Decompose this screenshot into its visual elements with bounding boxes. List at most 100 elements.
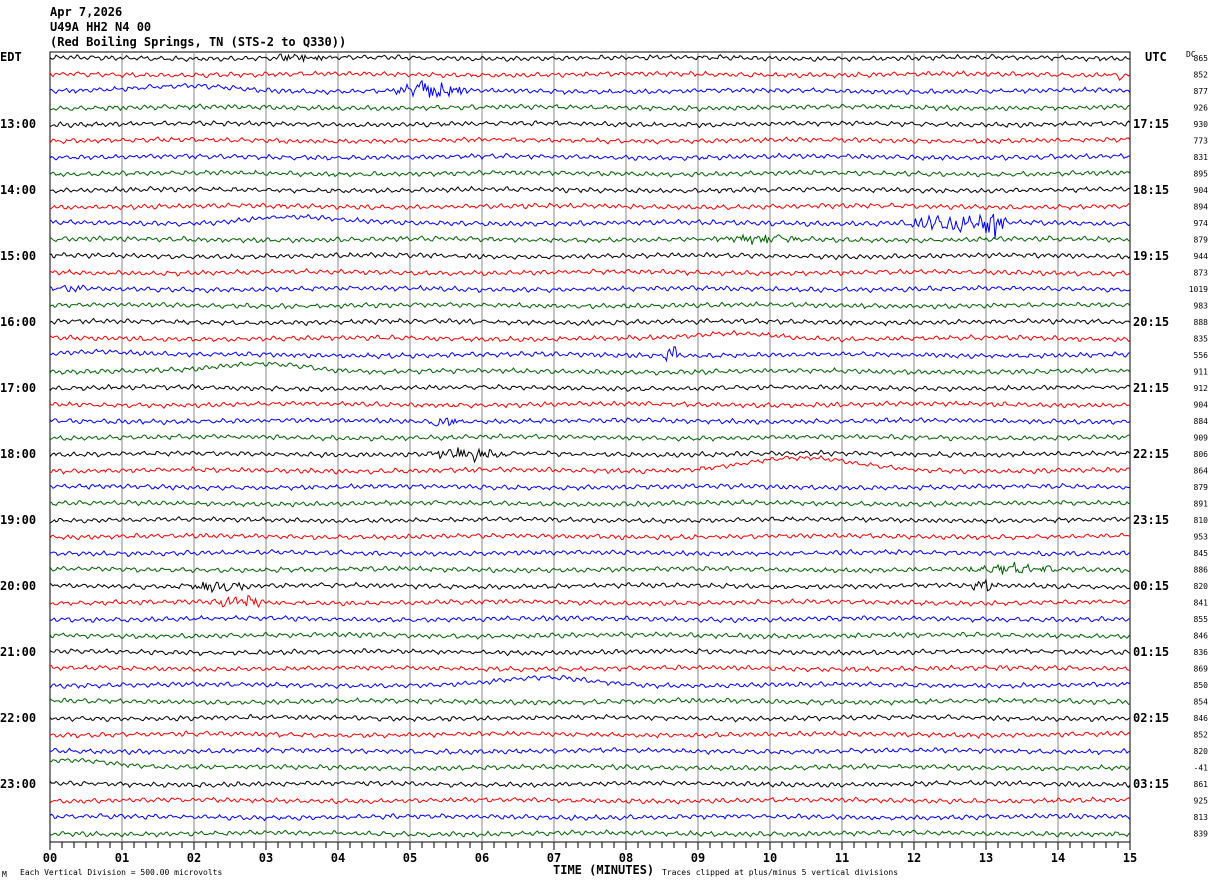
dc-value: 852 (1194, 71, 1209, 80)
x-tick-label: 13 (979, 851, 993, 865)
edt-hour-label: 13:00 (0, 117, 36, 131)
x-tick-label: 11 (835, 851, 849, 865)
utc-hour-label: 23:15 (1133, 513, 1169, 527)
trace-row-3 (49, 103, 1131, 112)
channel-label: U49A HH2 N4 00 (50, 20, 151, 34)
trace-row-11 (49, 233, 1131, 245)
edt-hour-label: 14:00 (0, 183, 36, 197)
trace-row-41 (49, 730, 1131, 739)
dc-value: 879 (1194, 483, 1209, 492)
edt-hour-label: 19:00 (0, 513, 36, 527)
trace-row-13 (49, 267, 1131, 277)
dc-value: 891 (1194, 500, 1209, 509)
left-zone-label: EDT (0, 50, 22, 64)
dc-value: 865 (1194, 54, 1209, 63)
dc-value: 850 (1194, 681, 1209, 690)
dc-value: 806 (1194, 450, 1209, 459)
dc-value: 773 (1194, 137, 1209, 146)
helicorder-plot: Apr 7,2026 U49A HH2 N4 00 (Red Boiling S… (0, 5, 1208, 879)
dc-value: 852 (1194, 731, 1209, 740)
trace-row-44 (49, 779, 1131, 789)
trace-row-34 (49, 614, 1131, 624)
dc-value: 846 (1194, 714, 1209, 723)
trace-row-33 (49, 594, 1131, 609)
utc-hour-label: 19:15 (1133, 249, 1169, 263)
trace-row-35 (49, 631, 1131, 640)
dc-value: 869 (1194, 665, 1209, 674)
edt-hour-label: 18:00 (0, 447, 36, 461)
dc-value: 813 (1194, 813, 1209, 822)
utc-hour-label: 22:15 (1133, 447, 1169, 461)
trace-row-25 (49, 454, 1131, 475)
dc-value: 861 (1194, 780, 1209, 789)
edt-hour-label: 15:00 (0, 249, 36, 263)
edt-hour-label: 21:00 (0, 645, 36, 659)
x-tick-label: 15 (1123, 851, 1137, 865)
dc-value: 944 (1194, 252, 1209, 261)
trace-row-46 (49, 812, 1131, 822)
utc-hour-label: 01:15 (1133, 645, 1169, 659)
dc-value: 831 (1194, 153, 1209, 162)
trace-row-2 (49, 79, 1131, 99)
edt-hour-label: 22:00 (0, 711, 36, 725)
clip-note: Traces clipped at plus/minus 5 vertical … (662, 868, 898, 877)
x-tick-label: 05 (403, 851, 417, 865)
trace-row-42 (49, 747, 1131, 756)
dc-value: 909 (1194, 434, 1209, 443)
trace-row-19 (49, 361, 1131, 376)
dc-value: 886 (1194, 566, 1209, 575)
x-tick-label: 03 (259, 851, 273, 865)
dc-value: 820 (1194, 747, 1209, 756)
trace-row-4 (49, 120, 1131, 129)
edt-hour-label: 17:00 (0, 381, 36, 395)
x-tick-label: 06 (475, 851, 489, 865)
dc-value: 845 (1194, 549, 1209, 558)
trace-row-45 (49, 796, 1131, 805)
dc-value: 556 (1194, 351, 1209, 360)
trace-row-37 (49, 664, 1131, 673)
dc-value: 904 (1194, 186, 1209, 195)
trace-row-18 (49, 346, 1131, 363)
row-labels: 865 852 877 926 930 773 831 895 904 894 974 879 944 8… (0, 54, 1208, 839)
utc-hour-label: 18:15 (1133, 183, 1169, 197)
trace-row-15 (49, 301, 1131, 310)
dc-value: 820 (1194, 582, 1209, 591)
x-tick-label: 12 (907, 851, 921, 865)
trace-row-24 (49, 447, 1131, 464)
x-tick-label: 10 (763, 851, 777, 865)
dc-value: 841 (1194, 599, 1209, 608)
trace-row-27 (49, 499, 1130, 508)
dc-value: 895 (1194, 170, 1209, 179)
dc-value: 894 (1194, 203, 1209, 212)
dc-value: 926 (1194, 104, 1209, 113)
trace-row-30 (50, 548, 1131, 558)
traces (49, 53, 1131, 838)
trace-row-5 (49, 136, 1131, 145)
trace-row-40 (49, 713, 1131, 723)
scale-note: Each Vertical Division = 500.00 microvol… (20, 868, 222, 877)
trace-row-28 (49, 515, 1131, 524)
dc-value: 873 (1194, 269, 1209, 278)
date-label: Apr 7,2026 (50, 5, 122, 19)
dc-value: 1019 (1189, 285, 1208, 294)
trace-row-14 (49, 284, 1131, 294)
x-tick-label: 14 (1051, 851, 1065, 865)
utc-hour-label: 00:15 (1133, 579, 1169, 593)
trace-row-26 (49, 482, 1131, 492)
trace-row-7 (49, 169, 1131, 178)
dc-value: 884 (1194, 417, 1209, 426)
dc-value: 983 (1194, 302, 1209, 311)
trace-row-10 (49, 213, 1131, 239)
x-tick-label: 00 (43, 851, 57, 865)
location-label: (Red Boiling Springs, TN (STS-2 to Q330)… (50, 35, 346, 49)
dc-value: 911 (1194, 368, 1209, 377)
x-axis-label: TIME (MINUTES) (553, 863, 654, 877)
right-zone-label: UTC (1145, 50, 1167, 64)
edt-hour-label: 16:00 (0, 315, 36, 329)
dc-value: 930 (1194, 120, 1209, 129)
trace-row-23 (49, 433, 1130, 442)
edt-hour-label: 20:00 (0, 579, 36, 593)
trace-row-0 (49, 53, 1131, 64)
dc-value: 846 (1194, 632, 1209, 641)
utc-hour-label: 20:15 (1133, 315, 1169, 329)
